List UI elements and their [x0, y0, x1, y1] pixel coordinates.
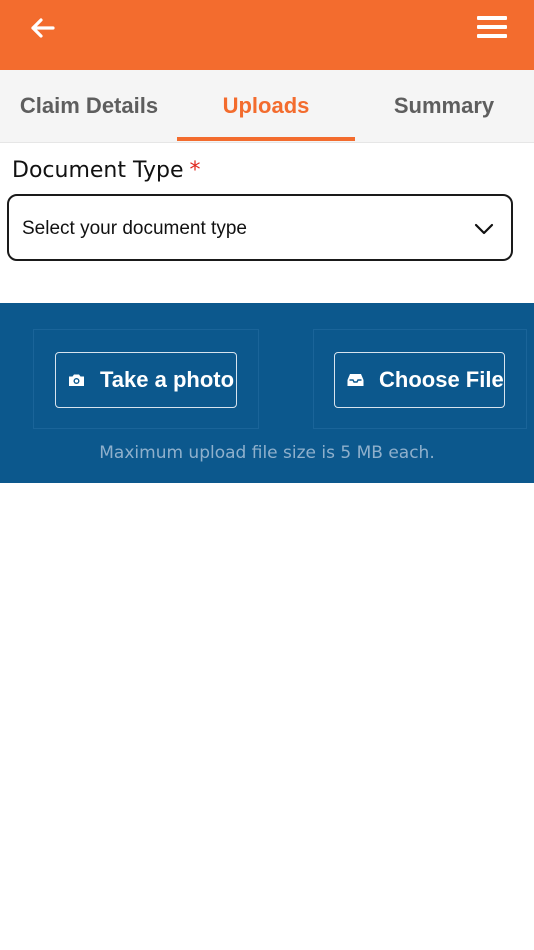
chevron-down-icon: [474, 223, 494, 235]
document-type-label: Document Type *: [12, 158, 201, 183]
active-tab-indicator: [177, 137, 355, 141]
tab-summary[interactable]: Summary: [355, 70, 533, 142]
upload-panel: Take a photo Choose File Maximum upload …: [0, 303, 534, 483]
document-type-label-text: Document Type: [12, 158, 184, 183]
inbox-icon: [347, 372, 365, 388]
choose-file-label: Choose File: [379, 367, 504, 392]
camera-icon: [68, 372, 86, 388]
document-type-select[interactable]: Select your document type: [7, 194, 513, 261]
tab-label: Uploads: [222, 93, 310, 118]
upload-size-hint: Maximum upload file size is 5 MB each.: [99, 443, 435, 463]
take-photo-button[interactable]: Take a photo: [55, 352, 237, 408]
tab-label: Summary: [393, 93, 495, 118]
tab-bar: Claim Details Uploads Summary: [0, 70, 534, 143]
menu-button[interactable]: [472, 10, 512, 44]
choose-file-button[interactable]: Choose File: [334, 352, 505, 408]
tab-claim-details[interactable]: Claim Details: [0, 70, 178, 142]
tab-label: Claim Details: [19, 93, 159, 118]
required-marker: *: [189, 158, 201, 183]
app-header: [0, 0, 534, 70]
take-photo-label: Take a photo: [100, 367, 235, 392]
arrow-left-icon: [31, 18, 55, 38]
document-type-placeholder: Select your document type: [22, 218, 247, 239]
tab-uploads[interactable]: Uploads: [177, 70, 355, 142]
back-button[interactable]: [22, 12, 62, 44]
hamburger-menu-icon: [477, 16, 507, 38]
